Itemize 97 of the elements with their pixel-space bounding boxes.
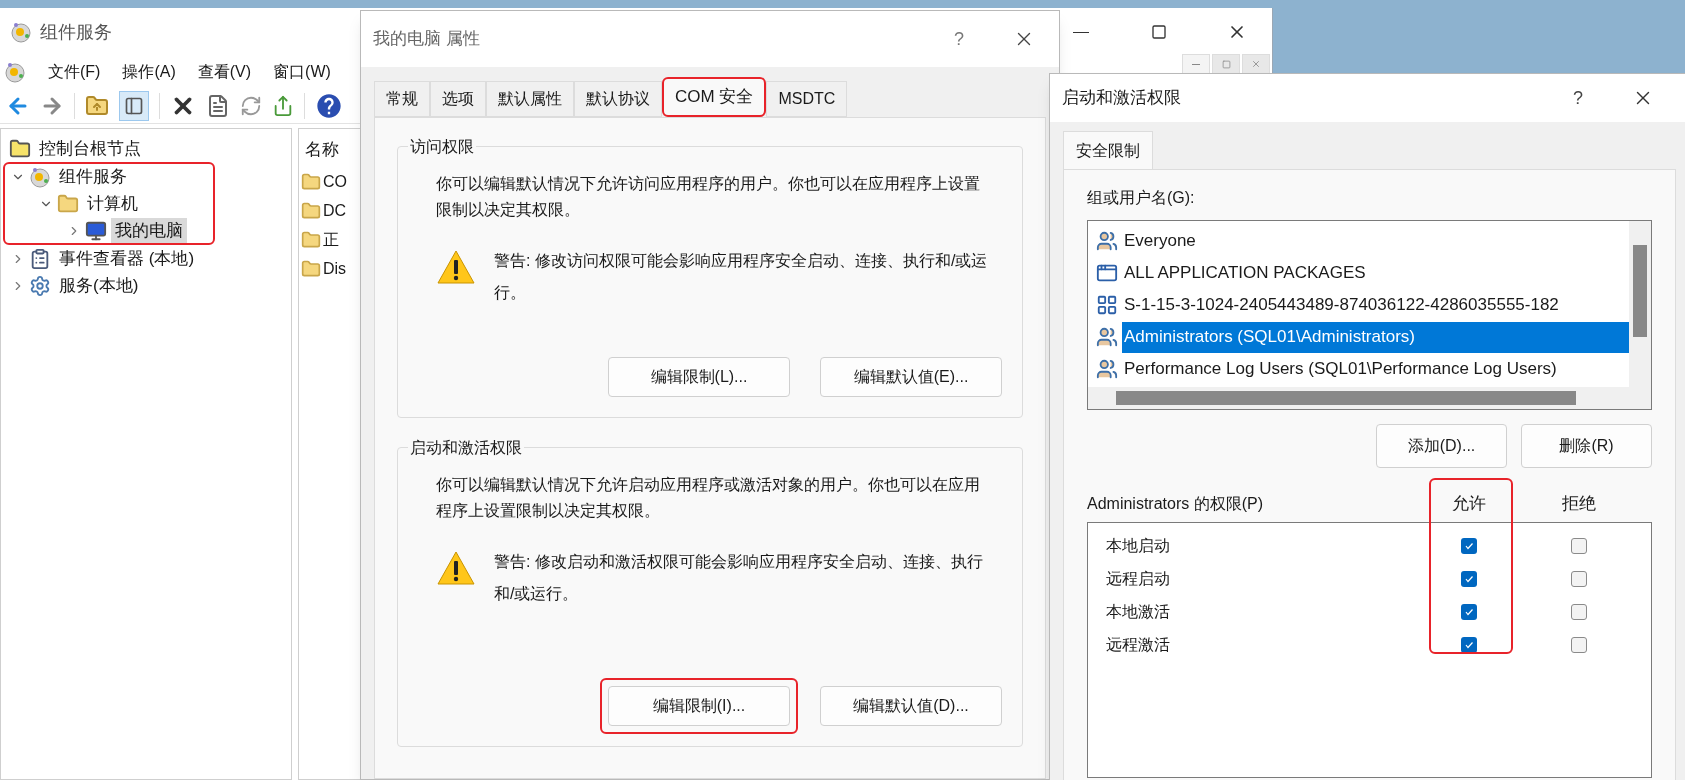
folder-icon [301,258,321,279]
permission-name: 本地启动 [1105,535,1171,556]
minimize-icon [1073,31,1089,33]
component-services-icon [10,21,32,43]
folder-icon [301,171,321,192]
component-services-icon [4,61,26,83]
checkbox[interactable] [1461,636,1477,653]
help-button[interactable]: ? [929,19,989,59]
tab[interactable]: 常规 [374,81,430,117]
warning-text: 警告: 修改访问权限可能会影响应用程序安全启动、连接、执行和/或运行。 [494,251,989,303]
menu-item[interactable]: 窗口(W) [273,60,331,84]
checkbox[interactable] [1571,537,1587,554]
menu-item[interactable]: 查看(V) [197,60,252,84]
list-item[interactable]: Dis [323,256,347,281]
warning-text: 警告: 修改启动和激活权限可能会影响应用程序安全启动、连接、执行和/或运行。 [494,552,984,604]
tree-item[interactable]: 组件服务 [55,163,131,190]
help-button[interactable]: ? [1548,78,1608,118]
tab[interactable]: 选项 [430,81,486,117]
export-icon[interactable] [272,94,294,117]
checkbox[interactable] [1461,570,1477,587]
checkbox[interactable] [1461,603,1477,620]
description-text: 你可以编辑默认情况下允许访问应用程序的用户。你也可以在应用程序上设置限制以决定其权限。 [436,174,981,220]
tab[interactable]: 安全限制 [1063,131,1153,169]
checkbox[interactable] [1571,570,1587,587]
users-icon [1096,358,1118,380]
users-icon [1096,230,1118,252]
folder-icon [57,192,79,215]
grid-icon [1096,294,1118,316]
checkbox[interactable] [1461,537,1477,554]
tree-item[interactable]: 控制台根节点 [35,135,145,162]
check-icon [1464,573,1474,584]
pane-toggle-icon[interactable] [119,90,149,121]
menu-item[interactable]: 操作(A) [122,60,176,84]
user-item[interactable]: Everyone [1122,225,1629,257]
dialog-button[interactable]: 删除(R) [1521,424,1652,468]
child-close-button[interactable] [1242,54,1270,74]
scrollbar-thumb[interactable] [1633,245,1647,337]
checkbox[interactable] [1571,636,1587,653]
dialog-button[interactable]: 添加(D)... [1376,424,1507,468]
folder-icon [301,200,321,221]
close-icon [1251,59,1261,69]
maximize-icon [1151,24,1167,40]
computer-icon [85,219,107,242]
tree-item[interactable]: 计算机 [83,190,142,217]
edit-button[interactable]: 编辑限制(I)... [608,686,790,726]
gear-icon [29,274,51,297]
tree-item[interactable]: 事件查看器 (本地) [55,245,199,272]
edit-button[interactable]: 编辑限制(L)... [608,357,790,397]
warning-icon [436,249,476,285]
tab[interactable]: COM 安全 [662,77,767,117]
refresh-icon[interactable] [240,94,262,117]
user-item[interactable]: Administrators (SQL01\Administrators) [1122,321,1629,353]
field-label: 组或用户名(G): [1087,188,1196,208]
users-icon [1096,326,1118,348]
window-title: 组件服务 [40,20,112,44]
column-header: 允许 [1451,493,1487,516]
tree-item[interactable]: 服务(本地) [55,272,143,299]
list-item[interactable]: 正 [323,227,339,252]
tab[interactable]: 默认属性 [486,81,574,117]
app-window-icon [1096,262,1118,284]
warning-icon [436,550,476,586]
minimize-icon [1192,63,1200,65]
horizontal-scrollbar[interactable] [1088,387,1651,409]
child-minimize-button[interactable] [1182,54,1210,74]
scrollbar-thumb[interactable] [1116,391,1576,405]
check-icon [1464,540,1474,551]
properties-icon[interactable] [206,93,230,118]
user-item[interactable]: ALL APPLICATION PACKAGES [1122,257,1629,289]
user-item[interactable]: S-1-15-3-1024-2405443489-874036122-4286035555-182 [1122,289,1629,321]
edit-button[interactable]: 编辑默认值(E)... [820,357,1002,397]
tree-item[interactable]: 我的电脑 [111,217,187,244]
edit-button[interactable]: 编辑默认值(D)... [820,686,1002,726]
checkbox[interactable] [1571,603,1587,620]
folder-up-icon[interactable] [85,93,109,118]
column-header: 拒绝 [1561,493,1597,516]
component-services-icon [29,165,51,188]
vertical-scrollbar[interactable] [1629,221,1651,387]
help-icon[interactable] [315,91,343,120]
description-text: 你可以编辑默认情况下允许启动应用程序或激活对象的用户。你也可以在应用程序上设置限制以决定其权限。 [436,475,981,521]
event-viewer-icon [29,247,51,270]
permission-name: 远程启动 [1105,568,1171,589]
restore-icon [1221,59,1231,69]
list-item[interactable]: DC [323,198,347,223]
check-icon [1464,606,1474,617]
folder-icon [301,229,321,250]
permissions-label: Administrators 的权限(P) [1087,494,1265,514]
check-icon [1464,639,1474,650]
permission-name: 本地激活 [1105,601,1171,622]
list-item[interactable]: CO [323,169,347,194]
folder-icon [9,137,31,160]
menu-item[interactable]: 文件(F) [48,60,101,84]
dialog-title: 我的电脑 属性 [373,28,481,51]
user-item[interactable]: Performance Log Users (SQL01\Performance Log Users) [1122,353,1629,385]
tab[interactable]: 默认协议 [574,81,662,117]
tab[interactable]: MSDTC [766,81,848,117]
permission-name: 远程激活 [1105,634,1171,655]
dialog-title: 启动和激活权限 [1062,87,1182,110]
